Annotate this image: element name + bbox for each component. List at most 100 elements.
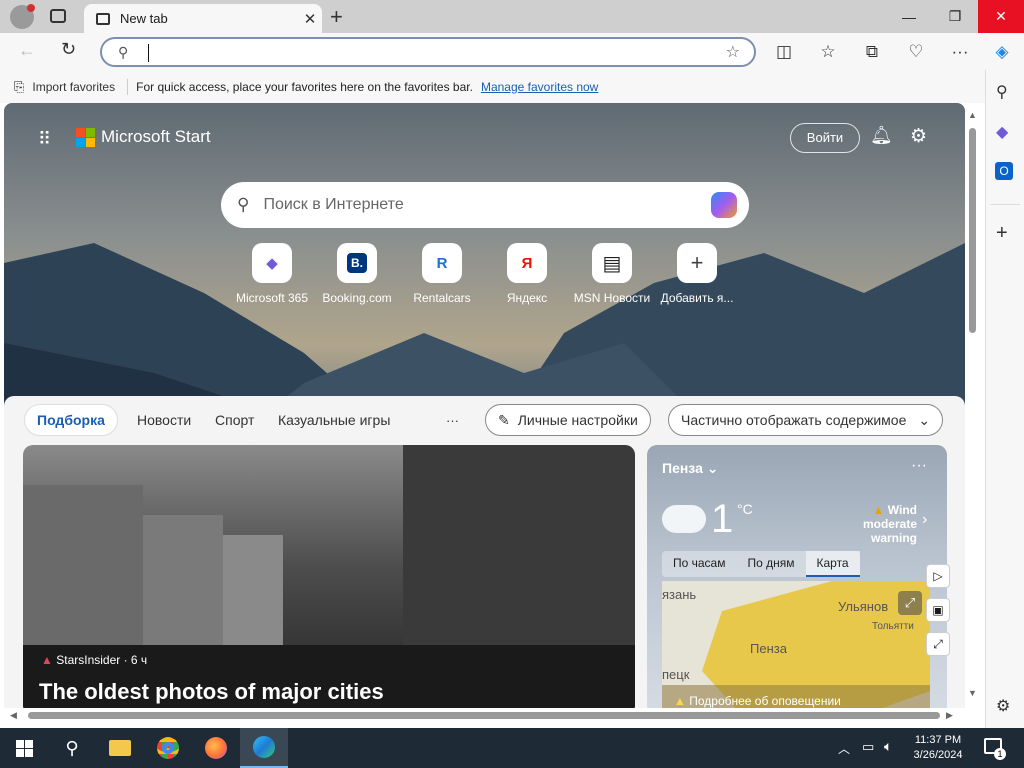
copilot-icon[interactable] bbox=[711, 192, 737, 218]
notifications-bell-icon[interactable]: 🔔︎ bbox=[870, 125, 893, 146]
profile-avatar-icon[interactable] bbox=[10, 4, 35, 29]
content-visibility-label: Частично отображать содержимое bbox=[681, 412, 907, 428]
show-hidden-icons[interactable]: ︿ bbox=[838, 740, 850, 757]
content-visibility-dropdown[interactable]: Частично отображать содержимое ⌄ bbox=[668, 404, 944, 436]
sidebar-search-icon[interactable]: ⚲ bbox=[996, 82, 1008, 102]
tab-title: New tab bbox=[120, 11, 168, 26]
sidebar-add-icon[interactable]: + bbox=[996, 222, 1008, 245]
edge-icon[interactable] bbox=[240, 728, 288, 768]
quicklink-label: Booking.com bbox=[322, 291, 392, 305]
tab-daily[interactable]: По дням bbox=[736, 551, 805, 577]
manage-favorites-link[interactable]: Manage favorites now bbox=[481, 80, 598, 94]
fullscreen-icon[interactable]: ⤢ bbox=[926, 632, 950, 656]
weather-map[interactable]: язань Ульянов Тольятти Пенза пецк ⤢ ▲ По… bbox=[662, 581, 930, 708]
expand-map-icon[interactable]: ⤢ bbox=[898, 591, 922, 615]
play-icon[interactable]: ▷ bbox=[926, 564, 950, 588]
network-icon[interactable]: ▭ bbox=[862, 739, 874, 755]
favorite-star-icon[interactable]: ☆ bbox=[726, 42, 740, 62]
close-window-button[interactable]: ✕ bbox=[978, 0, 1024, 33]
new-tab-plus-icon[interactable]: + bbox=[330, 4, 343, 30]
firefox-icon[interactable] bbox=[192, 728, 240, 768]
quicklink-yandex[interactable]: Я Яндекс bbox=[482, 243, 572, 305]
chrome-icon[interactable] bbox=[144, 728, 192, 768]
news-feed: Подборка Новости Спорт Казуальные игры ·… bbox=[4, 396, 965, 708]
weather-city[interactable]: Пенза ⌄ bbox=[662, 460, 719, 477]
quicklink-msn-news[interactable]: ▤ MSN Новости bbox=[567, 243, 657, 305]
tab-casual-games[interactable]: Казуальные игры bbox=[278, 404, 390, 436]
horizontal-scroll-thumb[interactable] bbox=[28, 712, 940, 719]
alert-details-bar[interactable]: ▲ Подробнее об оповещении bbox=[662, 685, 930, 708]
quicklink-microsoft365[interactable]: ◆ Microsoft 365 bbox=[227, 243, 317, 305]
warning-icon: ▲ bbox=[872, 503, 885, 517]
import-favorites-button[interactable]: Import favorites bbox=[32, 80, 115, 94]
minimize-button[interactable]: — bbox=[886, 0, 932, 33]
tab-news[interactable]: Новости bbox=[137, 404, 191, 436]
personalize-icon: ✎ bbox=[498, 411, 510, 428]
title-bar: New tab ✕ + — ❐ ✕ bbox=[0, 0, 1024, 33]
hero-article-card[interactable]: ▲ StarsInsider · 6 ч The oldest photos o… bbox=[23, 445, 635, 708]
tab-hourly[interactable]: По часам bbox=[662, 551, 736, 577]
more-options-icon[interactable]: ··· bbox=[948, 41, 972, 63]
scroll-right-icon[interactable]: ▶ bbox=[946, 710, 953, 721]
personalize-button[interactable]: ✎ Личные настройки bbox=[485, 404, 651, 436]
microsoft-start-logo[interactable]: Microsoft Start bbox=[76, 127, 211, 147]
tab-map[interactable]: Карта bbox=[805, 551, 860, 577]
scroll-down-icon[interactable]: ▼ bbox=[968, 688, 977, 698]
search-placeholder: Поиск в Интернете bbox=[263, 196, 404, 213]
weather-card[interactable]: Пенза ⌄ ··· 1 °C ▲ Wind moderate warning… bbox=[647, 445, 947, 708]
copilot-icon[interactable]: ◈ bbox=[990, 41, 1014, 63]
volume-icon[interactable]: 🔈︎ bbox=[884, 738, 892, 755]
tab-sport[interactable]: Спорт bbox=[215, 404, 254, 436]
address-bar[interactable]: ⚲ ☆ bbox=[100, 37, 756, 67]
start-button[interactable] bbox=[0, 728, 48, 768]
quicklink-add[interactable]: + Добавить я... bbox=[652, 243, 742, 305]
weather-more-icon[interactable]: ··· bbox=[911, 457, 927, 475]
more-tabs-button[interactable]: ··· bbox=[446, 404, 459, 436]
chevron-down-icon: ⌄ bbox=[918, 411, 931, 428]
file-explorer-icon[interactable] bbox=[96, 728, 144, 768]
browser-essentials-icon[interactable]: ♡ bbox=[904, 41, 928, 63]
quicklink-booking[interactable]: B. Booking.com bbox=[312, 243, 402, 305]
split-screen-icon[interactable]: ◫ bbox=[772, 41, 796, 63]
weather-tabs: По часам По дням Карта bbox=[662, 551, 860, 577]
clock[interactable]: 11:37 PM 3/26/2024 bbox=[908, 733, 968, 763]
image-icon[interactable]: ▣ bbox=[926, 598, 950, 622]
tab-actions-icon[interactable] bbox=[50, 9, 66, 23]
sidebar-m365-icon[interactable]: ◆ bbox=[996, 122, 1008, 142]
favorites-bar: ⎘ Import favorites For quick access, pla… bbox=[0, 70, 985, 103]
search-icon: ⚲ bbox=[237, 195, 250, 214]
favorites-bar-message: For quick access, place your favorites h… bbox=[136, 79, 473, 94]
weather-alert[interactable]: ▲ Wind moderate warning bbox=[817, 503, 917, 545]
web-search-box[interactable]: ⚲ Поиск в Интернете bbox=[221, 182, 749, 228]
horizontal-scrollbar[interactable]: ◀ ▶ bbox=[10, 709, 956, 723]
add-site-icon: + bbox=[677, 243, 717, 283]
signin-button[interactable]: Войти bbox=[790, 123, 860, 153]
back-icon[interactable]: ← bbox=[18, 40, 36, 61]
tab-new-tab[interactable]: New tab ✕ bbox=[84, 4, 322, 33]
temperature-unit: °C bbox=[737, 501, 753, 517]
chevron-right-icon[interactable]: › bbox=[922, 511, 927, 529]
scroll-left-icon[interactable]: ◀ bbox=[10, 710, 17, 721]
vertical-scroll-thumb[interactable] bbox=[969, 128, 976, 333]
collections-icon[interactable]: ⧉ bbox=[860, 41, 884, 63]
quicklink-rentalcars[interactable]: R Rentalcars bbox=[397, 243, 487, 305]
restore-button[interactable]: ❐ bbox=[932, 0, 978, 33]
microsoft365-icon: ◆ bbox=[252, 243, 292, 283]
text-caret bbox=[148, 44, 149, 62]
tab-featured[interactable]: Подборка bbox=[24, 404, 118, 436]
windows-logo-icon bbox=[15, 739, 33, 757]
yandex-icon: Я bbox=[507, 243, 547, 283]
settings-gear-icon[interactable]: ⚙ bbox=[910, 125, 927, 148]
refresh-icon[interactable]: ↻ bbox=[61, 39, 76, 60]
sidebar-settings-icon[interactable]: ⚙ bbox=[996, 696, 1010, 716]
vertical-scrollbar[interactable]: ▲ ▼ bbox=[966, 110, 980, 708]
apps-grid-icon[interactable]: ⠿ bbox=[38, 129, 51, 150]
favorites-icon[interactable]: ☆ bbox=[816, 41, 840, 63]
hero-image bbox=[23, 445, 635, 708]
taskbar-search-icon[interactable]: ⚲ bbox=[48, 728, 96, 768]
personalize-label: Личные настройки bbox=[517, 412, 638, 428]
tab-page-icon bbox=[96, 12, 110, 25]
sidebar-outlook-icon[interactable]: O bbox=[995, 162, 1013, 180]
close-tab-icon[interactable]: ✕ bbox=[298, 10, 322, 28]
scroll-up-icon[interactable]: ▲ bbox=[968, 110, 977, 120]
